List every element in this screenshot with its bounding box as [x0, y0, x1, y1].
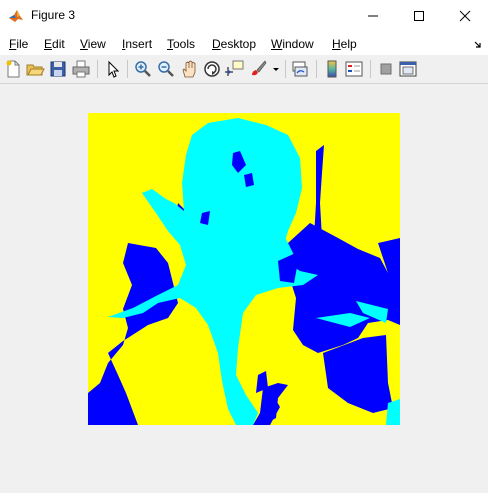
toolbar-separator [285, 60, 286, 78]
menu-tools[interactable]: Tools [167, 37, 195, 51]
menu-edit-label: dit [52, 37, 65, 51]
menu-view-mnemonic: V [80, 37, 88, 51]
figure-canvas[interactable] [0, 84, 488, 493]
open-file-icon[interactable] [25, 59, 45, 79]
hide-plot-tools-icon[interactable] [376, 59, 396, 79]
menu-desktop-mnemonic: D [212, 37, 221, 51]
menu-edit-mnemonic: E [44, 37, 53, 51]
data-cursor-icon[interactable] [225, 59, 245, 79]
zoom-in-icon[interactable] [133, 59, 153, 79]
save-icon[interactable] [48, 59, 68, 79]
show-plot-tools-icon[interactable] [398, 59, 418, 79]
figure-toolbar [0, 55, 488, 84]
menu-help-mnemonic: H [332, 37, 341, 51]
brush-dropdown-icon[interactable] [271, 59, 281, 79]
menu-tools-label: ools [173, 37, 196, 51]
menu-window[interactable]: Window [271, 37, 314, 51]
maximize-button[interactable] [396, 0, 442, 31]
image-axes[interactable] [88, 113, 400, 425]
rotate-3d-icon[interactable] [202, 59, 222, 79]
title-bar: Figure 3 [0, 0, 488, 31]
toolbar-separator [316, 60, 317, 78]
menu-edit[interactable]: Edit [44, 37, 65, 51]
pointer-icon[interactable] [103, 59, 123, 79]
menu-view-label: iew [87, 37, 106, 51]
window-title: Figure 3 [31, 8, 76, 22]
toolbar-separator [370, 60, 371, 78]
toolbar-separator [97, 60, 98, 78]
toolbar-separator [127, 60, 128, 78]
menu-help[interactable]: Help [332, 37, 357, 51]
menu-file-label: ile [16, 37, 29, 51]
matlab-logo-icon [8, 8, 24, 24]
menu-help-label: elp [340, 37, 357, 51]
close-button[interactable] [442, 0, 488, 31]
legend-icon[interactable] [344, 59, 364, 79]
dock-arrow-icon[interactable] [474, 38, 482, 52]
menu-desktop-label: esktop [220, 37, 257, 51]
minimize-button[interactable] [350, 0, 396, 31]
zoom-out-icon[interactable] [156, 59, 176, 79]
pan-icon[interactable] [179, 59, 199, 79]
brush-icon[interactable] [248, 59, 268, 79]
menu-desktop[interactable]: Desktop [212, 37, 256, 51]
new-figure-icon[interactable] [3, 59, 23, 79]
menu-insert-label: nsert [125, 37, 153, 51]
menu-bar: File Edit View Insert Tools Desktop Wind… [0, 31, 488, 55]
menu-insert[interactable]: Insert [122, 37, 152, 51]
menu-window-label: indow [282, 37, 314, 51]
menu-view[interactable]: View [80, 37, 106, 51]
link-plot-icon[interactable] [290, 59, 310, 79]
menu-window-mnemonic: W [271, 37, 283, 51]
menu-file[interactable]: File [9, 37, 28, 51]
print-icon[interactable] [71, 59, 91, 79]
colorbar-icon[interactable] [322, 59, 342, 79]
